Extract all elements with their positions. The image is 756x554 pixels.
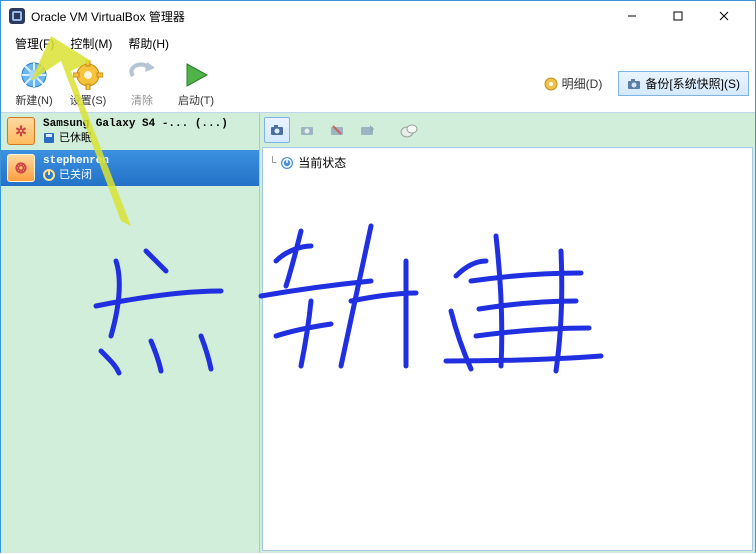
menu-control[interactable]: 控制(M) [62, 33, 120, 54]
close-button[interactable] [701, 1, 747, 31]
snapshot-action-1[interactable] [294, 117, 320, 143]
new-icon [19, 60, 49, 90]
tree-elbow-icon: └ [269, 156, 276, 170]
snapshot-current-state[interactable]: └ 当前状态 [269, 154, 746, 171]
start-button[interactable]: 启动(T) [169, 57, 223, 111]
poweroff-icon [43, 169, 55, 181]
details-icon [544, 77, 558, 91]
minimize-button[interactable] [609, 1, 655, 31]
vm-state-label: 已关闭 [59, 168, 92, 182]
snapshot-toolbar [260, 113, 755, 147]
vm-state: 已关闭 [43, 168, 109, 182]
menu-help[interactable]: 帮助(H) [120, 33, 177, 54]
window-titlebar: Oracle VM VirtualBox 管理器 [1, 1, 755, 31]
vm-row-selected[interactable]: ❂ stephenren 已关闭 [1, 150, 259, 187]
new-vm-button[interactable]: 新建(N) [7, 57, 61, 111]
snapshot-tree: └ 当前状态 [262, 147, 753, 551]
snapshot-button[interactable]: 备份[系统快照](S) [618, 71, 749, 96]
clone-button[interactable] [396, 117, 422, 143]
vm-state: 已休眠 [43, 131, 228, 145]
take-snapshot-button[interactable] [264, 117, 290, 143]
discard-label: 清除 [131, 92, 153, 108]
main-toolbar: 新建(N) 设置(S) 清除 启动(T) 明细(D) 备份[系统快照](S) [1, 55, 755, 113]
snapshot-label: 备份[系统快照](S) [645, 75, 740, 92]
window-controls [609, 1, 747, 31]
current-state-label: 当前状态 [298, 154, 346, 171]
app-icon [9, 8, 25, 24]
start-label: 启动(T) [178, 92, 214, 108]
window-title: Oracle VM VirtualBox 管理器 [31, 8, 609, 25]
start-icon [181, 60, 211, 90]
details-button[interactable]: 明细(D) [538, 73, 609, 94]
vm-name: Samsung Galaxy S4 -... (...) [43, 117, 228, 131]
saved-icon [43, 132, 55, 144]
menu-file[interactable]: 管理(F) [7, 33, 62, 54]
state-icon [280, 156, 294, 170]
snapshot-action-3[interactable] [354, 117, 380, 143]
gear-icon [73, 60, 103, 90]
new-label: 新建(N) [15, 92, 52, 108]
vm-info: Samsung Galaxy S4 -... (...) 已休眠 [43, 117, 228, 146]
vm-info: stephenren 已关闭 [43, 154, 109, 183]
discard-icon [127, 60, 157, 90]
menu-bar: 管理(F) 控制(M) 帮助(H) [1, 31, 755, 55]
os-icon: ❂ [7, 154, 35, 182]
details-panel: └ 当前状态 [260, 113, 755, 553]
camera-icon [627, 77, 641, 91]
settings-button[interactable]: 设置(S) [61, 57, 115, 111]
snapshot-action-2[interactable] [324, 117, 350, 143]
discard-button[interactable]: 清除 [115, 57, 169, 111]
os-icon: ✲ [7, 117, 35, 145]
maximize-button[interactable] [655, 1, 701, 31]
vm-state-label: 已休眠 [59, 131, 92, 145]
settings-label: 设置(S) [70, 92, 107, 108]
vm-list-panel: ✲ Samsung Galaxy S4 -... (...) 已休眠 ❂ ste… [1, 113, 260, 553]
details-label: 明细(D) [562, 75, 603, 92]
vm-name: stephenren [43, 154, 109, 168]
vm-row[interactable]: ✲ Samsung Galaxy S4 -... (...) 已休眠 [1, 113, 259, 150]
main-body: ✲ Samsung Galaxy S4 -... (...) 已休眠 ❂ ste… [1, 113, 755, 553]
